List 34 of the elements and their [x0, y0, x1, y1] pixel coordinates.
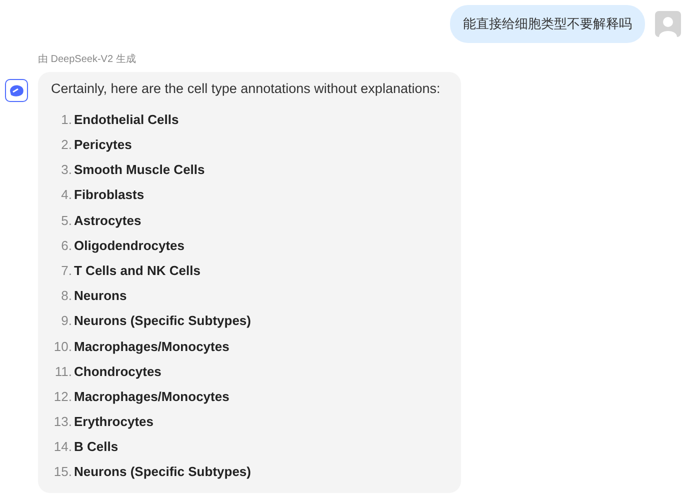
list-item-text: Neurons (Specific Subtypes) [74, 463, 251, 482]
list-number: 4. [60, 186, 73, 204]
list-number: 10. [52, 338, 73, 356]
list-number: 13. [52, 413, 73, 432]
list-item-text: Erythrocytes [74, 413, 154, 432]
list-number: 8. [60, 287, 73, 306]
list-number: 3. [60, 161, 73, 180]
list-item-text: Astrocytes [74, 212, 142, 230]
user-message: 能直接给细胞类型不要解释吗 [450, 5, 645, 43]
list-number: 9. [60, 312, 73, 330]
list-item-text: Pericytes [74, 136, 132, 154]
list-item-text: Endothelial Cells [74, 110, 179, 129]
list-item-text: Macrophages/Monocytes [74, 388, 230, 406]
list-item-text: Smooth Muscle Cells [74, 161, 205, 180]
list-item-text: Chondrocytes [74, 362, 162, 381]
model-caption: 由 DeepSeek-V2 生成 [38, 54, 136, 65]
list-item-text: B Cells [74, 438, 118, 456]
intro-text: Certainly, here are the cell type annotations without explanations: [51, 80, 442, 98]
list-number: 15. [52, 463, 73, 482]
list-number: 5. [60, 212, 73, 230]
list-number: 11. [54, 362, 73, 381]
list-item-text: Neurons (Specific Subtypes) [74, 312, 251, 330]
list-number: 2. [60, 136, 73, 154]
list-number: 12. [52, 388, 73, 406]
bot-logo-icon [5, 79, 28, 102]
list-number: 7. [60, 262, 73, 280]
list-number: 14. [52, 438, 73, 456]
list-item-text: Neurons [74, 287, 127, 306]
list-item-text: T Cells and NK Cells [74, 262, 200, 280]
list-number: 6. [60, 236, 73, 255]
list-item-text: Macrophages/Monocytes [74, 338, 230, 356]
list-item-text: Fibroblasts [74, 186, 144, 204]
list-item-text: Oligodendrocytes [74, 236, 185, 255]
list-number: 1. [60, 110, 73, 129]
